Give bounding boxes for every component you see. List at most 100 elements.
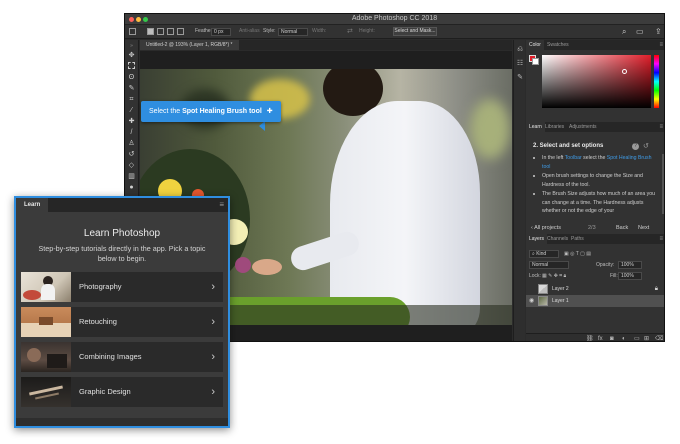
feather-input[interactable]: 0 px [211, 28, 231, 36]
topic-photography[interactable]: Photography › [21, 272, 223, 302]
intersect-selection-icon[interactable] [177, 28, 184, 35]
kind-label: Kind [536, 251, 547, 257]
clone-stamp-tool-icon[interactable]: ♙ [127, 139, 136, 148]
style-label: Style: [263, 28, 276, 34]
tab-paths[interactable]: Paths [568, 234, 587, 244]
layer-row[interactable]: Layer 2 🔒︎ [526, 283, 664, 295]
tab-learn[interactable]: Learn [16, 198, 49, 212]
new-group-icon[interactable]: ▭ [634, 335, 640, 341]
crop-tool-icon[interactable]: ⌗ [127, 95, 136, 104]
reset-icon[interactable]: ↺ [643, 142, 649, 150]
eye-icon[interactable]: ◉ [529, 297, 534, 305]
spot-healing-brush-icon[interactable]: ✚ [127, 117, 136, 126]
eraser-tool-icon[interactable]: ◇ [127, 161, 136, 170]
chevron-right-icon: › [211, 351, 215, 363]
opacity-input[interactable]: 100% [618, 261, 642, 269]
instruction-text: select the [581, 155, 607, 161]
background-plants [470, 99, 510, 159]
color-picker-field[interactable] [542, 55, 651, 108]
title-bar: Adobe Photoshop CC 2018 [125, 14, 664, 25]
properties-panel-icon[interactable]: ☷ [516, 60, 524, 68]
adjustment-layer-icon[interactable]: ◐ [622, 335, 626, 341]
layer-row[interactable]: ◉ Layer 1 [526, 295, 664, 307]
back-button[interactable]: Back [616, 223, 628, 233]
layer-thumbnail [538, 284, 548, 294]
history-panel-icon[interactable]: ⎌ [516, 46, 524, 54]
layer-mask-icon[interactable]: ◙ [610, 335, 614, 341]
chevron-right-icon: › [211, 316, 215, 328]
color-panel-menu-icon[interactable]: ≡ [659, 40, 663, 50]
tab-libraries[interactable]: Libraries [542, 122, 567, 132]
topic-retouching[interactable]: Retouching › [21, 307, 223, 337]
quick-select-tool-icon[interactable]: ✎ [127, 84, 136, 93]
bullet-icon [533, 193, 535, 195]
layers-panel-menu-icon[interactable]: ≡ [659, 234, 663, 244]
lasso-tool-icon[interactable]: ʘ [127, 73, 136, 82]
hue-slider[interactable] [654, 55, 659, 108]
document-tab[interactable]: Untitled-2 @ 193% (Layer 1, RGB/8*) * [140, 40, 239, 50]
toolbar-link[interactable]: Toolbar [565, 155, 582, 161]
tooltip-text: Select the [149, 108, 183, 115]
topic-label: Retouching [79, 317, 117, 326]
topic-label: Graphic Design [79, 387, 131, 396]
layer-style-icon[interactable]: fx [598, 335, 603, 341]
tooltip-tool-name: Spot Healing Brush tool [182, 108, 262, 115]
screenshot-stage: Adobe Photoshop CC 2018 Feather: 0 px An… [0, 0, 680, 444]
fill-label: Fill: [610, 273, 618, 279]
panel-menu-icon[interactable]: ≡ [219, 198, 224, 212]
learn-overlay-panel: Learn ≡ Learn Photoshop Step-by-step tut… [14, 196, 230, 428]
subtract-selection-icon[interactable] [167, 28, 174, 35]
instruction-text: In the left [542, 155, 565, 161]
person-hand [252, 259, 282, 275]
eyedropper-tool-icon[interactable]: ⁄ [127, 106, 136, 115]
width-label: Width: [312, 28, 327, 34]
workspace-icon[interactable]: ▭ [636, 27, 644, 36]
marquee-tool-icon[interactable] [129, 28, 136, 35]
learn-panel-body: 2. Select and set options ? ↺ In the lef… [526, 132, 664, 233]
opacity-label: Opacity: [596, 262, 615, 268]
add-selection-icon[interactable] [157, 28, 164, 35]
share-icon[interactable]: ⇪ [655, 27, 662, 36]
topic-combining-images[interactable]: Combining Images › [21, 342, 223, 372]
swap-dimensions-icon[interactable]: ⇄ [347, 27, 353, 35]
brushes-panel-icon[interactable]: ✎ [516, 74, 524, 82]
select-and-mask-button[interactable]: Select and Mask... [393, 27, 437, 36]
blend-mode-select[interactable]: Normal [529, 261, 569, 269]
help-icon[interactable]: ? [632, 143, 639, 150]
move-tool-icon[interactable]: ✥ [127, 51, 136, 60]
toolbar-collapse-icon[interactable]: » [127, 42, 136, 51]
antialias-checkbox[interactable]: Anti-alias [239, 28, 260, 34]
learn-panel-tabs: Learn Libraries Adjustments ≡ [526, 122, 664, 132]
layer-filter-icons[interactable]: ▣ ◎ T ▢ ▤ [564, 250, 591, 258]
style-select[interactable]: Normal [278, 28, 308, 36]
search-icon[interactable]: ⌕ [622, 27, 626, 36]
link-layers-icon[interactable]: ⛓ [586, 335, 594, 341]
new-selection-icon[interactable] [147, 28, 154, 35]
new-layer-icon[interactable]: ⊞ [644, 335, 649, 341]
layer-name: Layer 2 [552, 286, 569, 292]
next-button[interactable]: Next [638, 223, 649, 233]
tab-swatches[interactable]: Swatches [544, 40, 572, 50]
bullet-icon [533, 175, 535, 177]
gradient-tool-icon[interactable]: ▥ [127, 172, 136, 181]
person-shirt [330, 101, 480, 325]
document-tab-bar: Untitled-2 @ 193% (Layer 1, RGB/8*) * [140, 40, 512, 50]
topic-graphic-design[interactable]: Graphic Design › [21, 377, 223, 407]
background-color[interactable] [532, 58, 539, 65]
tab-adjustments[interactable]: Adjustments [566, 122, 600, 132]
fill-input[interactable]: 100% [618, 272, 642, 280]
learn-panel-menu-icon[interactable]: ≡ [659, 122, 663, 132]
trash-icon[interactable]: ⌫ [655, 335, 663, 341]
marquee-tool-icon[interactable] [128, 62, 135, 69]
options-bar: Feather: 0 px Anti-alias Style: Normal W… [125, 25, 664, 39]
color-picker-cursor[interactable] [622, 69, 627, 74]
tab-color[interactable]: Color [526, 40, 544, 50]
filter-kind-select[interactable]: ⌕ Kind [529, 250, 559, 258]
learn-scrollbar[interactable] [662, 154, 664, 214]
blur-tool-icon[interactable]: ● [127, 183, 136, 192]
all-projects-link[interactable]: ‹ All projects [531, 223, 561, 233]
history-brush-icon[interactable]: ↺ [127, 150, 136, 159]
brush-tool-icon[interactable]: / [127, 128, 136, 137]
lock-icon: 🔒︎ [654, 286, 658, 292]
lock-icons[interactable]: ▦ ✎ ✥ ⌗ 🔒︎ [542, 272, 566, 280]
